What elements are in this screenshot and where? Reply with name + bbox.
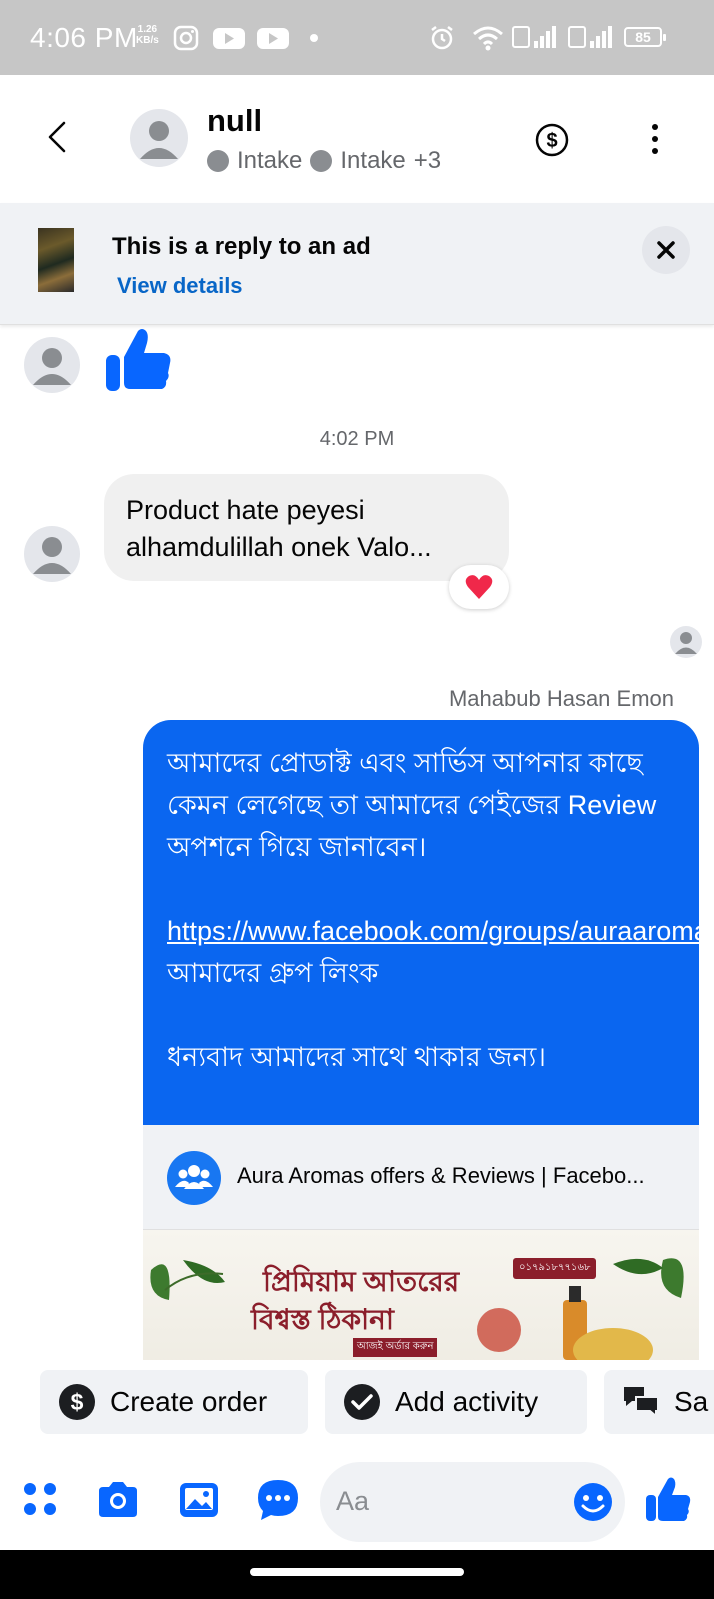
- add-activity-button[interactable]: Add activity: [325, 1370, 587, 1434]
- person-icon: [675, 632, 697, 654]
- saved-replies-button[interactable]: Sa: [604, 1370, 714, 1434]
- message-paragraph: ধন্যবাদ আমাদের সাথে থাকার জন্য।: [167, 1042, 546, 1072]
- thumbs-up-icon[interactable]: [644, 1475, 692, 1523]
- label-tag: Intake: [340, 147, 406, 174]
- promo-subtext: আজই অর্ডার করুন: [353, 1338, 438, 1357]
- messenger-screen: { "status_bar": { "time": "4:06 PM", "ne…: [0, 0, 714, 1599]
- link-preview-image[interactable]: প্রিমিয়াম আতরের বিশ্বস্ত ঠিকানা আজই অর্…: [143, 1230, 699, 1360]
- svg-text:$: $: [546, 130, 557, 152]
- dollar-icon: $: [59, 1384, 95, 1420]
- chat-bubbles-icon: [624, 1387, 659, 1419]
- heart-icon: [465, 575, 493, 599]
- link-preview-card[interactable]: Aura Aromas offers & Reviews | Facebo...: [143, 1125, 699, 1230]
- group-link[interactable]: https://www.facebook.com/groups/auraarom…: [167, 916, 699, 946]
- outgoing-message-bubble[interactable]: আমাদের প্রোডাক্ট এবং সার্ভিস আপনার কাছে …: [143, 720, 699, 1125]
- sender-avatar[interactable]: [24, 337, 80, 393]
- saved-replies-label: Sa: [674, 1386, 709, 1417]
- read-receipt-avatar: [670, 626, 702, 658]
- back-arrow-icon[interactable]: [38, 117, 78, 157]
- chat-header: null Intake Intake +3 $: [0, 75, 714, 203]
- sender-name: Mahabub Hasan Emon: [448, 686, 674, 711]
- contact-avatar[interactable]: [130, 109, 188, 167]
- check-circle-icon: [344, 1384, 380, 1420]
- person-icon: [33, 348, 71, 385]
- signal-icon: [568, 26, 612, 48]
- message-input[interactable]: Aa: [320, 1462, 625, 1542]
- create-order-button[interactable]: $ Create order: [40, 1370, 308, 1434]
- youtube-icon: [213, 28, 245, 49]
- ad-reply-title: This is a reply to an ad: [112, 233, 371, 260]
- home-gesture-handle[interactable]: [250, 1568, 464, 1576]
- image-icon[interactable]: [176, 1477, 222, 1523]
- youtube-icon: [257, 28, 289, 49]
- ad-reply-banner: This is a reply to an ad View details: [0, 203, 714, 325]
- notification-dot: [310, 34, 318, 42]
- signal-icon: [512, 26, 556, 48]
- message-reaction[interactable]: [449, 565, 509, 609]
- more-labels-count: +3: [413, 147, 442, 174]
- person-icon: [33, 537, 71, 574]
- camera-icon[interactable]: [95, 1477, 141, 1523]
- dollar-icon[interactable]: $: [535, 123, 569, 157]
- view-details-link[interactable]: View details: [117, 273, 243, 299]
- network-speed: 1.26 KB/s: [136, 24, 159, 46]
- create-order-label: Create order: [110, 1386, 268, 1417]
- message-composer: Aa: [0, 1455, 714, 1550]
- group-icon: [167, 1151, 221, 1205]
- network-speed-value: 1.26: [137, 24, 158, 35]
- label-dot-icon: [310, 150, 333, 172]
- link-preview-title: Aura Aromas offers & Reviews | Facebo...: [237, 1163, 645, 1188]
- contact-labels[interactable]: Intake Intake +3: [207, 147, 441, 175]
- chat-icon[interactable]: [255, 1477, 301, 1523]
- person-icon: [140, 121, 178, 159]
- alarm-icon: [431, 26, 453, 50]
- message-input-placeholder: Aa: [336, 1486, 370, 1516]
- emoji-icon[interactable]: [572, 1481, 614, 1523]
- battery-indicator: 85: [624, 27, 666, 47]
- ad-thumbnail[interactable]: [38, 228, 74, 292]
- incoming-message-bubble[interactable]: Product hate peyesi alhamdulillah onek V…: [104, 474, 509, 581]
- svg-text:$: $: [71, 1389, 84, 1415]
- quick-actions-bar: $ Create order Add activity Sa: [0, 1370, 714, 1440]
- label-dot-icon: [207, 150, 229, 172]
- close-banner-button[interactable]: [642, 226, 690, 274]
- outgoing-message[interactable]: আমাদের প্রোডাক্ট এবং সার্ভিস আপনার কাছে …: [143, 720, 699, 1360]
- add-activity-label: Add activity: [395, 1386, 539, 1417]
- status-time: 4:06 PM: [30, 22, 138, 53]
- label-tag: Intake: [237, 147, 303, 174]
- more-options-icon[interactable]: [640, 121, 670, 157]
- message-paragraph: https://www.facebook.com/groups/auraarom…: [167, 910, 699, 994]
- message-timestamp: 4:02 PM: [319, 428, 395, 450]
- contact-name[interactable]: null: [207, 103, 262, 139]
- instagram-icon: [173, 25, 199, 51]
- message-paragraph: আমাদের প্রোডাক্ট এবং সার্ভিস আপনার কাছে …: [167, 748, 657, 862]
- close-icon: [657, 241, 675, 259]
- link-suffix: আমাদের গ্রুপ লিংক: [167, 958, 379, 988]
- wifi-icon: [473, 26, 503, 51]
- thumbs-up-icon[interactable]: [104, 325, 174, 395]
- promo-phone: ০১৭৯১৮৭৭১৬৮: [513, 1258, 597, 1279]
- sender-avatar[interactable]: [24, 526, 80, 582]
- menu-dots-icon[interactable]: [18, 1477, 64, 1523]
- network-speed-unit: KB/s: [136, 35, 159, 46]
- system-nav-bar: [0, 1550, 714, 1599]
- status-bar: 4:06 PM 1.26 KB/s 85: [0, 0, 714, 75]
